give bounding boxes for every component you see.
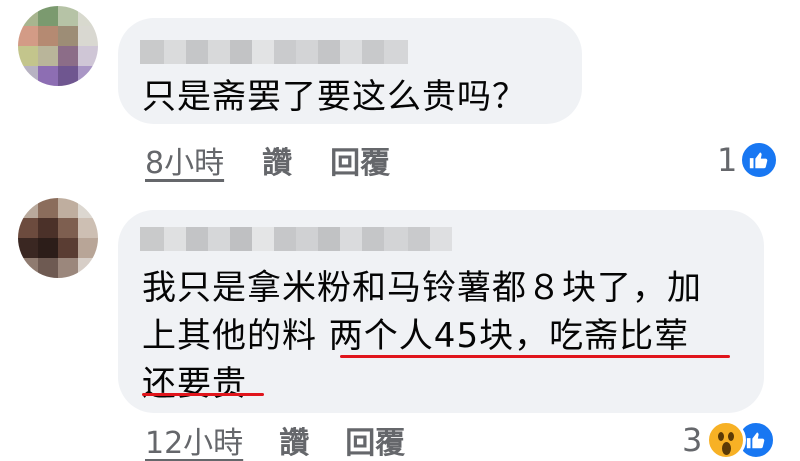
like-button[interactable]: 讚: [262, 138, 292, 182]
like-icon: [739, 140, 780, 180]
comment-text: 只是斋罢了要这么贵吗？: [142, 73, 527, 121]
comment-line: 我只是拿米粉和马铃薯都８块了，加: [142, 268, 702, 308]
wow-icon: [706, 420, 747, 460]
comment-line: 上其他的料 两个人45块，吃斋比荤: [142, 316, 690, 356]
timestamp-link[interactable]: 12小時: [145, 418, 243, 461]
comment-actions: 8小時 讚 回覆: [145, 138, 390, 182]
reaction-summary[interactable]: 3: [682, 420, 777, 460]
highlight-underline: [340, 355, 730, 358]
like-button[interactable]: 讚: [279, 418, 309, 461]
comment-text: 我只是拿米粉和马铃薯都８块了，加 上其他的料 两个人45块，吃斋比荤 还要贵: [142, 264, 702, 408]
comment-line: 还要贵: [142, 364, 247, 404]
reply-button[interactable]: 回覆: [345, 418, 405, 461]
reaction-count: 1: [717, 141, 738, 179]
comment-actions: 12小時 讚 回覆: [145, 418, 405, 461]
avatar[interactable]: [18, 198, 98, 278]
comment-line: 只是斋罢了要这么贵吗？: [142, 77, 527, 117]
reply-button[interactable]: 回覆: [330, 138, 390, 182]
reaction-summary[interactable]: 1: [717, 140, 780, 180]
avatar[interactable]: [18, 6, 98, 86]
commenter-name[interactable]: [140, 227, 452, 251]
comment-thread: 只是斋罢了要这么贵吗？ 8小時 讚 回覆 1 我只是拿米粉和马铃薯都８块了，加 …: [0, 0, 800, 461]
commenter-name[interactable]: [140, 40, 408, 64]
highlight-underline: [142, 393, 264, 396]
reaction-count: 3: [682, 421, 703, 459]
timestamp-link[interactable]: 8小時: [145, 138, 224, 182]
